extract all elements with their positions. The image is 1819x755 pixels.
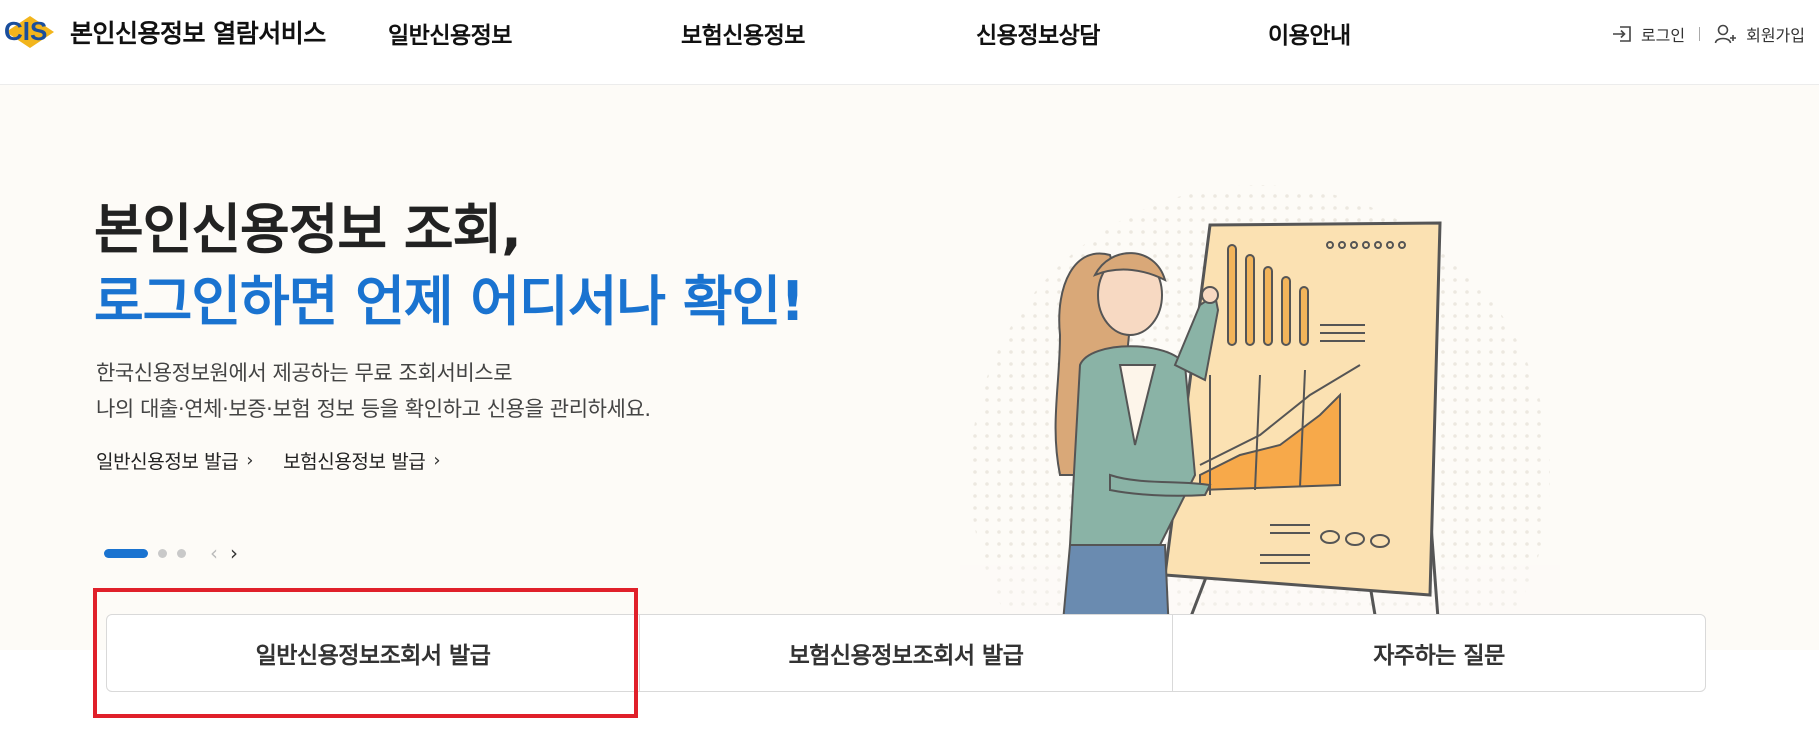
quick-general-credit-issue[interactable]: 일반신용정보조회서 발급 [107, 615, 640, 691]
presenter-illustration [960, 185, 1560, 655]
chevron-right-icon: › [433, 450, 441, 471]
util-divider [1699, 27, 1701, 41]
nav-usage-guide[interactable]: 이용안내 [1268, 16, 1351, 50]
quick-menu: 일반신용정보조회서 발급 보험신용정보조회서 발급 자주하는 질문 [106, 614, 1706, 692]
site-header: CIS 본인신용정보 열람서비스 일반신용정보 보험신용정보 신용정보상담 이용… [0, 0, 1819, 85]
insurance-credit-issue-link[interactable]: 보험신용정보 발급 › [283, 447, 440, 474]
nav-insurance-credit[interactable]: 보험신용정보 [681, 16, 805, 50]
hero-subtitle: 로그인하면 언제 어디서나 확인! [94, 270, 805, 333]
quick-faq[interactable]: 자주하는 질문 [1173, 615, 1705, 691]
slide-prev-icon[interactable]: ‹ [210, 543, 218, 563]
signup-link[interactable]: 회원가입 [1714, 22, 1805, 46]
hero-description: 한국신용정보원에서 제공하는 무료 조회서비스로 나의 대출·연체·보증·보험 … [96, 355, 651, 427]
util-menu: 로그인 회원가입 [1611, 22, 1805, 46]
hero-desc-line1: 한국신용정보원에서 제공하는 무료 조회서비스로 [96, 361, 513, 385]
slide-dot-active[interactable] [104, 548, 148, 558]
login-label: 로그인 [1640, 26, 1686, 45]
hero-banner: 본인신용정보 조회, 로그인하면 언제 어디서나 확인! 한국신용정보원에서 제… [0, 85, 1819, 655]
slide-next-icon[interactable]: › [230, 543, 238, 563]
hero-title: 본인신용정보 조회, [94, 198, 522, 261]
main-nav: 일반신용정보 보험신용정보 신용정보상담 이용안내 [0, 16, 1819, 50]
login-icon [1612, 26, 1631, 42]
nav-credit-counsel[interactable]: 신용정보상담 [976, 16, 1100, 50]
quick-insurance-credit-issue[interactable]: 보험신용정보조회서 발급 [640, 615, 1173, 691]
slide-dot[interactable] [177, 548, 186, 558]
signup-label: 회원가입 [1746, 26, 1805, 45]
login-link[interactable]: 로그인 [1611, 22, 1685, 46]
general-credit-issue-link[interactable]: 일반신용정보 발급 › [96, 447, 253, 474]
insurance-credit-issue-label: 보험신용정보 발급 [283, 451, 426, 473]
general-credit-issue-label: 일반신용정보 발급 [96, 451, 239, 473]
hero-desc-line2: 나의 대출·연체·보증·보험 정보 등을 확인하고 신용을 관리하세요. [96, 397, 651, 421]
hero-links: 일반신용정보 발급 › 보험신용정보 발급 › [96, 447, 470, 474]
chevron-right-icon: › [246, 450, 254, 471]
nav-general-credit[interactable]: 일반신용정보 [388, 16, 512, 50]
slide-pager: ‹ › [104, 543, 238, 563]
user-add-icon [1714, 24, 1737, 44]
slide-dot[interactable] [158, 548, 167, 558]
